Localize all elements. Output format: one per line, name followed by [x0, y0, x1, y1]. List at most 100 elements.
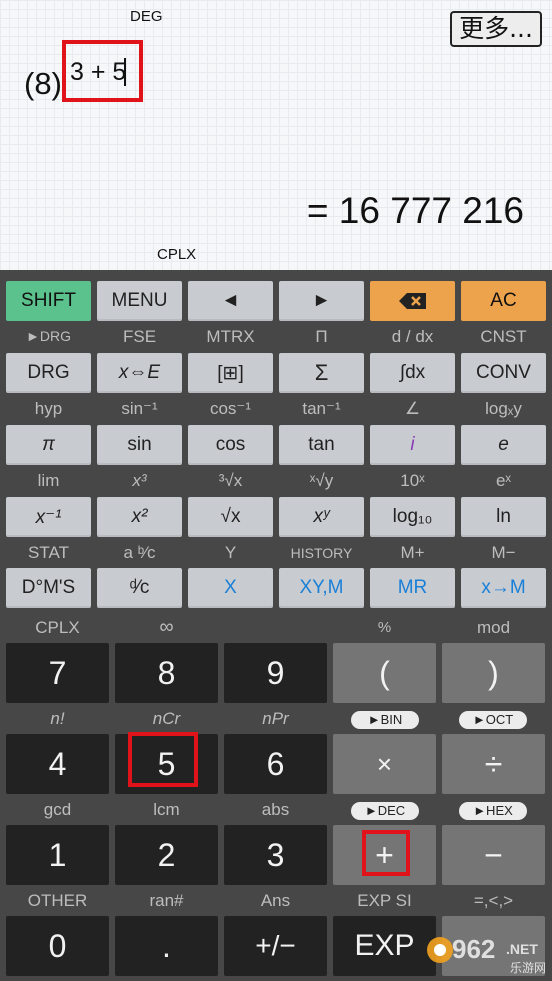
sin-key[interactable]: sin [97, 425, 182, 465]
integral-key[interactable]: ∫dx [370, 353, 455, 393]
label-arctan: tan⁻¹ [302, 399, 341, 418]
x-memory-key[interactable]: X [188, 568, 273, 608]
label-cube-root: ³√x [218, 471, 243, 490]
digit-6-key[interactable]: 6 [224, 734, 327, 794]
label-product: Π [315, 327, 328, 346]
cos-key[interactable]: cos [188, 425, 273, 465]
label-random: ran# [149, 891, 184, 910]
backspace-icon [398, 293, 426, 309]
to-oct-button[interactable]: ►OCT [459, 711, 527, 729]
label-exp-si: EXP SI [357, 891, 412, 910]
label-relations: =,<,> [473, 891, 514, 910]
to-bin-button[interactable]: ►BIN [351, 711, 419, 729]
to-dec-button[interactable]: ►DEC [351, 802, 419, 820]
label-logxy: logₓy [485, 399, 522, 418]
close-paren-key[interactable]: ) [442, 643, 545, 703]
e-key[interactable]: e [461, 425, 546, 465]
tan-key[interactable]: tan [279, 425, 364, 465]
label-ten-power: 10ˣ [400, 471, 425, 490]
digit-8-key[interactable]: 8 [115, 643, 218, 703]
label-fraction: a ᵇ⁄c [123, 543, 156, 562]
complex-mode-indicator: CPLX [157, 246, 197, 263]
label-stat: STAT [28, 543, 69, 562]
conv-key[interactable]: CONV [461, 353, 546, 393]
label-xth-root: ˣ√y [309, 471, 334, 490]
backspace-key[interactable] [370, 281, 455, 321]
all-clear-key[interactable]: AC [461, 281, 546, 321]
x-exp-swap-key[interactable]: x⇔E [97, 353, 182, 393]
fraction-key[interactable]: ᵈ⁄c [97, 568, 182, 608]
label-ans: Ans [260, 891, 291, 910]
label-y: Y [224, 543, 237, 562]
imaginary-key[interactable]: i [370, 425, 455, 465]
digit-1-key[interactable]: 1 [6, 825, 109, 885]
open-paren-key[interactable]: ( [333, 643, 436, 703]
expression-text: 3 + 5 [70, 58, 127, 86]
label-npr: nPr [262, 709, 289, 728]
minus-key[interactable]: − [442, 825, 545, 885]
base-indicator: (8) [24, 66, 62, 101]
menu-key[interactable]: MENU [97, 281, 182, 321]
label-mod: mod [476, 618, 511, 637]
cursor-right-key[interactable]: ► [279, 281, 364, 321]
shift-key[interactable]: SHIFT [6, 281, 91, 321]
decimal-point-key[interactable]: . [115, 916, 218, 976]
angle-mode-indicator: DEG [130, 8, 163, 25]
square-key[interactable]: x² [97, 497, 182, 537]
watermark-962-icon: 962 .NET 乐游网 [427, 934, 546, 975]
drg-key[interactable]: DRG [6, 353, 91, 393]
label-angle: ∠ [404, 399, 421, 418]
sum-key[interactable]: Σ [279, 353, 364, 393]
label-gcd: gcd [43, 800, 72, 819]
digit-0-key[interactable]: 0 [6, 916, 109, 976]
digit-9-key[interactable]: 9 [224, 643, 327, 703]
digit-4-key[interactable]: 4 [6, 734, 109, 794]
label-exp-power: eˣ [495, 471, 512, 490]
cursor-left-key[interactable]: ◄ [188, 281, 273, 321]
expression-input[interactable]: 3 + 5 [62, 40, 143, 102]
highlight-digit-5 [128, 732, 198, 787]
label-mtrx: MTRX [206, 327, 255, 346]
power-key[interactable]: xʸ [279, 497, 364, 537]
label-arcsin: sin⁻¹ [121, 399, 158, 418]
to-hex-button[interactable]: ►HEX [459, 802, 527, 820]
label-other: OTHER [27, 891, 88, 910]
label-drg-convert: ►DRG [26, 328, 71, 344]
pi-key[interactable]: π [6, 425, 91, 465]
digit-3-key[interactable]: 3 [224, 825, 327, 885]
digit-7-key[interactable]: 7 [6, 643, 109, 703]
more-button[interactable]: 更多... [450, 11, 542, 47]
label-infinity: ∞ [159, 616, 174, 638]
label-factorial: n! [50, 709, 65, 728]
memory-recall-key[interactable]: MR [370, 568, 455, 608]
label-mplus: M+ [400, 543, 425, 562]
log10-key[interactable]: log₁₀ [370, 497, 455, 537]
highlight-plus [362, 830, 410, 876]
reciprocal-key[interactable]: x⁻¹ [6, 497, 91, 537]
multiply-key[interactable]: × [333, 734, 436, 794]
label-ncr: nCr [152, 709, 181, 728]
label-hyp: hyp [34, 399, 63, 418]
divide-key[interactable]: ÷ [442, 734, 545, 794]
label-derivative: d / dx [391, 327, 434, 346]
dms-key[interactable]: D°M'S [6, 568, 91, 608]
watermark-suffix: .NET [506, 941, 538, 957]
label-lcm: lcm [153, 800, 180, 819]
label-cube: x³ [132, 471, 147, 490]
store-memory-key[interactable]: x→M [461, 568, 546, 608]
ln-key[interactable]: ln [461, 497, 546, 537]
sign-toggle-key[interactable]: +/− [224, 916, 327, 976]
digit-2-key[interactable]: 2 [115, 825, 218, 885]
label-percent: % [377, 619, 392, 636]
label-history: HISTORY [290, 545, 353, 561]
text-cursor [124, 58, 126, 86]
watermark-logo: 962 .NET 乐游网 [418, 920, 552, 981]
matrix-key[interactable]: [⊞] [188, 353, 273, 393]
watermark-sub: 乐游网 [510, 961, 546, 975]
label-arccos: cos⁻¹ [209, 399, 252, 418]
xym-key[interactable]: XY,M [279, 568, 364, 608]
watermark-text: 962 [452, 934, 495, 964]
keypad: SHIFT MENU ◄ ► AC ►DRG FSE MTRX Π d / dx… [0, 270, 552, 981]
sqrt-key[interactable]: √x [188, 497, 273, 537]
label-cnst: CNST [480, 327, 527, 346]
